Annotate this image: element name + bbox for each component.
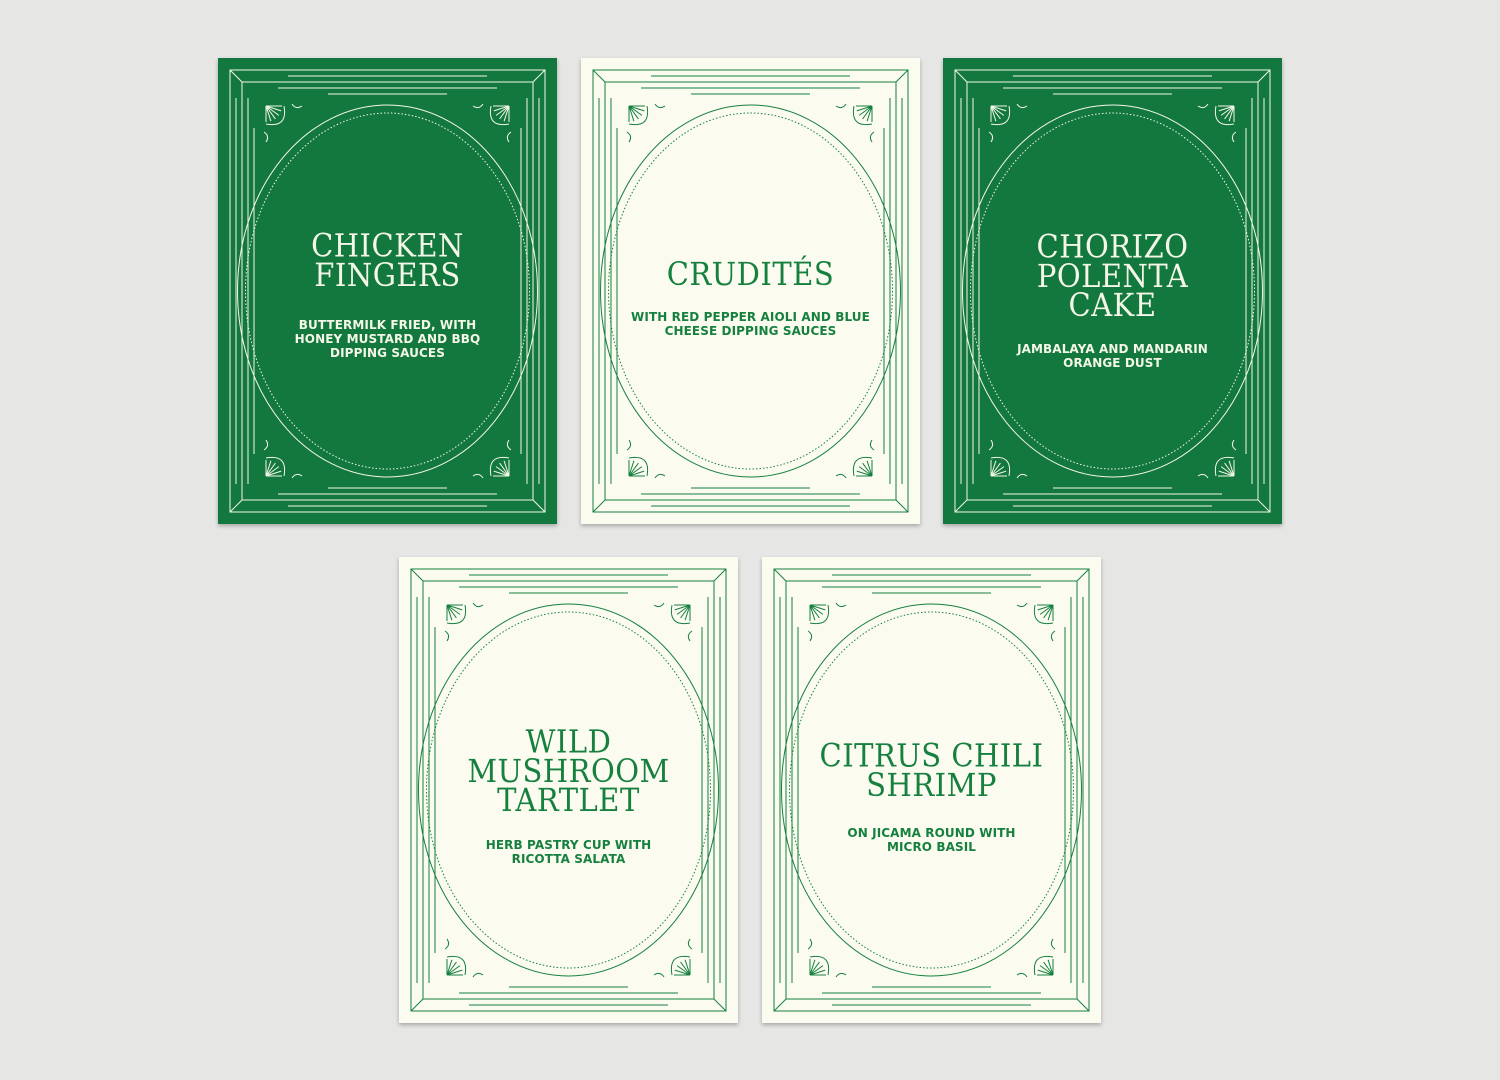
menu-card-chorizo-polenta-cake: CHORIZO POLENTA CAKE JAMBALAYA AND MANDA… [943,58,1282,524]
card-title: CITRUS CHILI SHRIMP [819,737,1044,804]
menu-card-chicken-fingers: CHICKEN FINGERS BUTTERMILK FRIED, WITH H… [218,58,557,524]
card-title: CRUDITÉS [666,255,835,293]
menu-card-citrus-chili-shrimp: CITRUS CHILI SHRIMP ON JICAMA ROUND WITH… [762,557,1101,1023]
menu-card-crudites: CRUDITÉS WITH RED PEPPER AIOLI AND BLUE … [581,58,920,524]
card-description: ON JICAMA ROUND WITH MICRO BASIL [847,826,1016,854]
menu-card-wild-mushroom-tartlet: WILD MUSHROOM TARTLET HERB PASTRY CUP WI… [399,557,738,1023]
card-title: CHICKEN FINGERS [311,227,464,294]
card-description: WITH RED PEPPER AIOLI AND BLUE CHEESE DI… [631,310,870,338]
card-title: WILD MUSHROOM TARTLET [467,723,670,819]
card-title: CHORIZO POLENTA CAKE [1036,228,1189,324]
card-description: BUTTERMILK FRIED, WITH HONEY MUSTARD AND… [294,318,481,360]
card-description: JAMBALAYA AND MANDARIN ORANGE DUST [1017,342,1208,370]
card-description: HERB PASTRY CUP WITH RICOTTA SALATA [485,838,652,866]
